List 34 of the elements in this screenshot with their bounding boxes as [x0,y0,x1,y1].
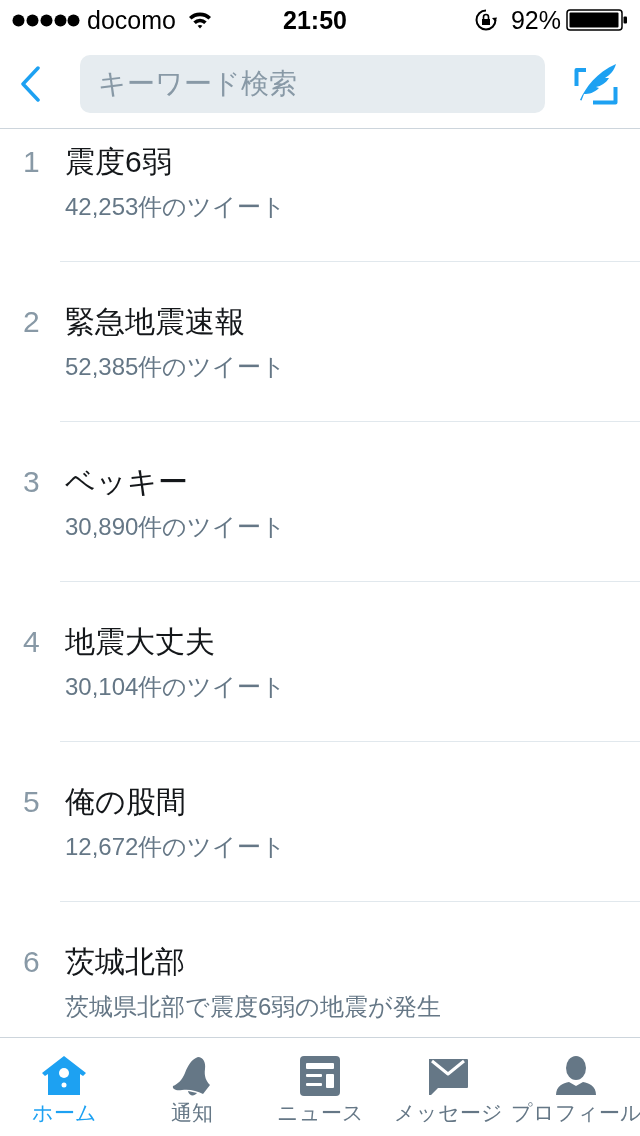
compose-feather-icon [574,63,618,105]
trend-subtitle: 30,104件のツイート [65,672,287,702]
back-chevron-icon [19,66,41,102]
trend-rank: 1 [22,144,41,180]
trend-rank: 2 [22,304,41,340]
trend-subtitle: 42,253件のツイート [65,192,287,222]
signal-icon [12,13,80,27]
battery-icon [566,9,628,31]
home-birdhouse-icon [42,1055,86,1097]
trend-title[interactable]: 緊急地震速報 [65,304,245,340]
battery-percentage: 92% [510,5,561,35]
trend-subtitle: 52,385件のツイート [65,352,287,382]
trend-title[interactable]: 震度6弱 [65,144,172,180]
trend-rank: 5 [22,784,41,820]
trend-subtitle: 茨城県北部で震度6弱の地震が発生 [65,992,442,1022]
carrier-name: docomo [87,5,176,35]
rotation-lock-icon [474,9,497,31]
trend-rank: 4 [22,624,41,660]
trend-title[interactable]: ベッキー [65,464,188,500]
search-field[interactable]: キーワード検索 [80,55,545,113]
tab-bar-item[interactable]: メッセージ [384,1038,512,1136]
wifi-icon [187,11,212,29]
trend-rank: 6 [22,944,41,980]
trend-title[interactable]: 茨城北部 [65,944,185,980]
trend-subtitle: 30,890件のツイート [65,512,287,542]
tab-bar-item[interactable]: ニュース [256,1038,384,1136]
trend-title[interactable]: 地震大丈夫 [65,624,215,660]
tab-bar-item[interactable]: 通知 [128,1038,256,1136]
person-icon [554,1055,598,1097]
newspaper-icon [298,1055,342,1097]
trend-title[interactable]: 俺の股間 [65,784,186,820]
clock-time: 21:50 [282,5,348,35]
trend-rank: 3 [22,464,41,500]
trend-subtitle: 12,672件のツイート [65,832,287,862]
